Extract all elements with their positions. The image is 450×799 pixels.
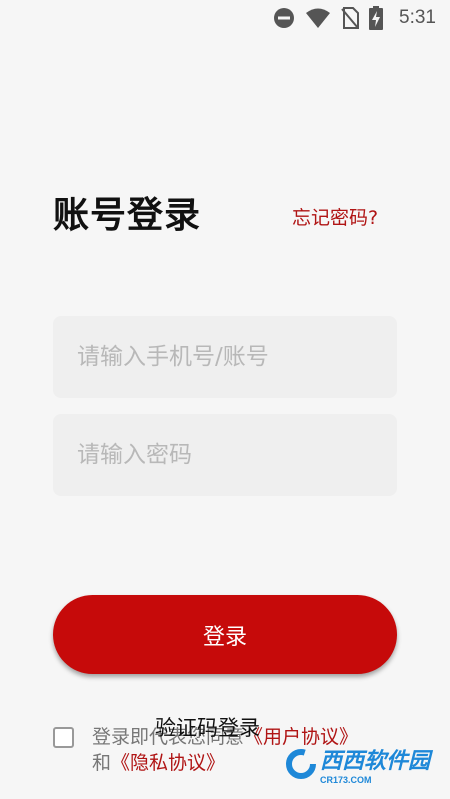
do-not-disturb-icon <box>274 8 295 28</box>
wifi-icon <box>306 8 331 28</box>
privacy-policy-link[interactable]: 《隐私协议》 <box>111 752 225 774</box>
agreement-checkbox[interactable] <box>53 727 74 748</box>
watermark-domain: CR173.COM <box>319 775 372 785</box>
watermark-logo: 西西软件园 CR173.COM <box>285 743 430 785</box>
page-title: 账号登录 <box>53 195 202 236</box>
battery-charging-icon <box>369 6 384 30</box>
password-input[interactable] <box>77 442 397 468</box>
login-button[interactable]: 登录 <box>53 595 397 674</box>
agreement-and: 和 <box>92 752 112 774</box>
status-time: 5:31 <box>399 7 436 28</box>
forgot-password-link[interactable]: 忘记密码? <box>292 203 378 230</box>
phone-field-container <box>53 316 397 398</box>
no-sim-icon <box>341 7 360 29</box>
status-bar: 5:31 <box>0 0 450 36</box>
watermark-c-icon <box>285 749 316 779</box>
watermark-brand: 西西软件园 <box>319 748 430 773</box>
phone-account-input[interactable] <box>77 344 397 370</box>
password-field-container <box>53 414 397 496</box>
code-login-link[interactable]: 验证码登录 <box>155 712 260 742</box>
watermark-text: 西西软件园 CR173.COM <box>320 743 430 785</box>
